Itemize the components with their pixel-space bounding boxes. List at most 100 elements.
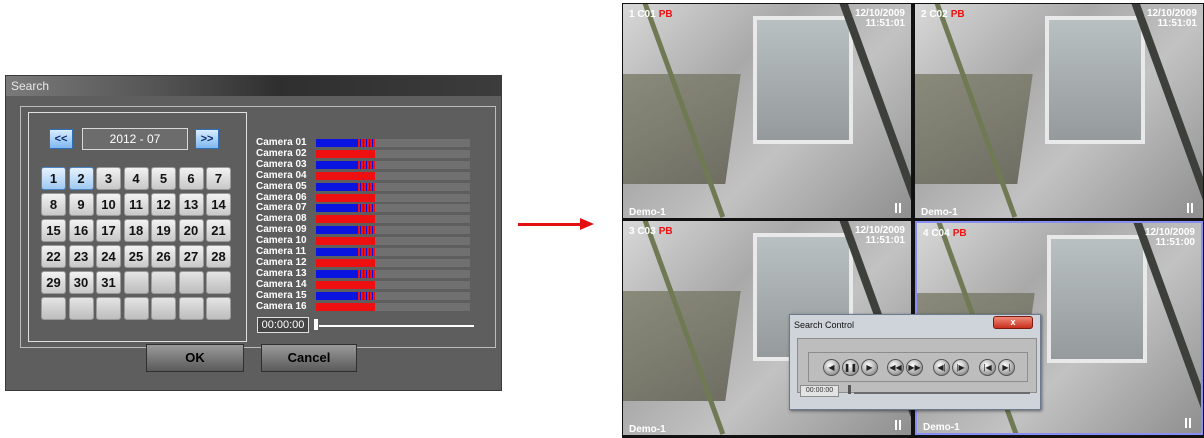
ok-button[interactable]: OK — [146, 344, 244, 372]
search-titlebar[interactable]: Search — [6, 76, 501, 96]
close-button[interactable]: x — [993, 316, 1033, 329]
camera-timeline[interactable] — [316, 291, 470, 300]
camera-row[interactable]: Camera 14 — [256, 279, 472, 289]
camera-row[interactable]: Camera 13 — [256, 268, 472, 278]
day-cell-13[interactable]: 13 — [178, 193, 204, 216]
play-icon[interactable]: ▶ — [861, 359, 878, 376]
day-cell-28[interactable]: 28 — [206, 245, 231, 268]
step-forward-icon[interactable]: |▶ — [952, 359, 969, 376]
playback-slider-handle[interactable] — [848, 385, 851, 394]
camera-row[interactable]: Camera 10 — [256, 236, 472, 246]
playback-slider-track[interactable] — [854, 392, 1030, 394]
camera-timeline[interactable] — [316, 280, 470, 289]
day-cell-17[interactable]: 17 — [96, 219, 121, 242]
camera-label: Camera 04 — [256, 169, 307, 181]
timestamp-time: 11:51:01 — [1157, 18, 1197, 29]
cancel-button[interactable]: Cancel — [261, 344, 357, 372]
day-cell-4[interactable]: 4 — [123, 167, 149, 190]
camera-row[interactable]: Camera 08 — [256, 214, 472, 224]
day-cell-3[interactable]: 3 — [96, 167, 121, 190]
camera-row[interactable]: Camera 01 — [256, 138, 472, 148]
camera-timeline[interactable] — [316, 149, 470, 158]
camera-row[interactable]: Camera 12 — [256, 257, 472, 267]
camera-timeline[interactable] — [316, 139, 470, 147]
camera-row[interactable]: Camera 07 — [256, 203, 472, 213]
day-cell-8[interactable]: 8 — [41, 193, 66, 216]
camera-pane[interactable]: 2 C02 PB 12/10/2009 11:51:01 Demo-1 — [915, 4, 1203, 218]
pause-icon[interactable]: ❚❚ — [842, 359, 859, 376]
camera-row[interactable]: Camera 09 — [256, 225, 472, 235]
next-month-button[interactable]: >> — [195, 129, 219, 149]
day-cell-empty[interactable] — [151, 271, 176, 294]
day-cell-empty[interactable] — [96, 297, 121, 320]
day-cell-25[interactable]: 25 — [123, 245, 149, 268]
day-cell-14[interactable]: 14 — [206, 193, 231, 216]
camera-row[interactable]: Camera 03 — [256, 159, 472, 169]
prev-month-button[interactable]: << — [49, 129, 73, 149]
rewind-icon[interactable]: ◀◀ — [887, 359, 904, 376]
camera-row[interactable]: Camera 06 — [256, 192, 472, 202]
day-cell-22[interactable]: 22 — [41, 245, 66, 268]
camera-row[interactable]: Camera 15 — [256, 290, 472, 300]
day-cell-21[interactable]: 21 — [206, 219, 231, 242]
time-slider-track[interactable] — [319, 325, 474, 327]
day-cell-31[interactable]: 31 — [96, 271, 121, 294]
camera-timeline[interactable] — [316, 193, 470, 202]
day-cell-empty[interactable] — [151, 297, 176, 320]
camera-timeline[interactable] — [316, 204, 470, 213]
camera-row[interactable]: Camera 02 — [256, 148, 472, 158]
camera-timeline[interactable] — [316, 160, 470, 169]
day-cell-empty[interactable] — [206, 271, 231, 294]
timestamp-time: 11:51:00 — [1155, 237, 1195, 248]
skip-start-icon[interactable]: |◀ — [979, 359, 996, 376]
camera-timeline[interactable] — [316, 182, 470, 191]
day-cell-29[interactable]: 29 — [41, 271, 66, 294]
day-cell-30[interactable]: 30 — [68, 271, 94, 294]
day-cell-15[interactable]: 15 — [41, 219, 66, 242]
day-cell-18[interactable]: 18 — [123, 219, 149, 242]
camera-timeline[interactable] — [316, 302, 470, 311]
day-cell-empty[interactable] — [178, 271, 204, 294]
fast-forward-icon[interactable]: ▶▶ — [906, 359, 923, 376]
day-cell-empty[interactable] — [68, 297, 94, 320]
day-cell-9[interactable]: 9 — [68, 193, 94, 216]
day-cell-20[interactable]: 20 — [178, 219, 204, 242]
day-cell-2[interactable]: 2 — [68, 167, 94, 190]
camera-row[interactable]: Camera 05 — [256, 181, 472, 191]
camera-row[interactable]: Camera 16 — [256, 301, 472, 311]
camera-timeline[interactable] — [316, 248, 470, 256]
step-back-icon[interactable]: ◀| — [933, 359, 950, 376]
skip-end-icon[interactable]: ▶| — [998, 359, 1015, 376]
camera-timeline[interactable] — [316, 258, 470, 267]
camera-timeline[interactable] — [316, 215, 470, 224]
camera-timeline[interactable] — [316, 237, 470, 246]
day-cell-5[interactable]: 5 — [151, 167, 176, 190]
camera-timeline[interactable] — [316, 269, 470, 278]
day-cell-27[interactable]: 27 — [178, 245, 204, 268]
day-cell-10[interactable]: 10 — [96, 193, 121, 216]
day-cell-23[interactable]: 23 — [68, 245, 94, 268]
day-cell-19[interactable]: 19 — [151, 219, 176, 242]
day-cell-24[interactable]: 24 — [96, 245, 121, 268]
reverse-play-icon[interactable]: ◀ — [823, 359, 840, 376]
camera-row[interactable]: Camera 11 — [256, 247, 472, 257]
day-cell-1[interactable]: 1 — [41, 167, 66, 190]
day-cell-16[interactable]: 16 — [68, 219, 94, 242]
recording-event-marks — [358, 226, 375, 235]
time-slider-handle[interactable] — [314, 319, 318, 330]
day-cell-empty[interactable] — [178, 297, 204, 320]
day-cell-11[interactable]: 11 — [123, 193, 149, 216]
day-cell-26[interactable]: 26 — [151, 245, 176, 268]
day-cell-empty[interactable] — [41, 297, 66, 320]
day-cell-7[interactable]: 7 — [206, 167, 231, 190]
day-cell-empty[interactable] — [123, 297, 149, 320]
camera-row[interactable]: Camera 04 — [256, 169, 472, 181]
camera-timeline[interactable] — [316, 226, 470, 235]
day-cell-6[interactable]: 6 — [178, 167, 204, 190]
day-cell-12[interactable]: 12 — [151, 193, 176, 216]
camera-pane[interactable]: 1 C01 PB 12/10/2009 11:51:01 Demo-1 — [623, 4, 911, 218]
day-cell-empty[interactable] — [206, 297, 231, 320]
search-time-display[interactable]: 00:00:00 — [257, 317, 309, 333]
camera-timeline[interactable] — [316, 171, 470, 180]
day-cell-empty[interactable] — [123, 271, 149, 294]
